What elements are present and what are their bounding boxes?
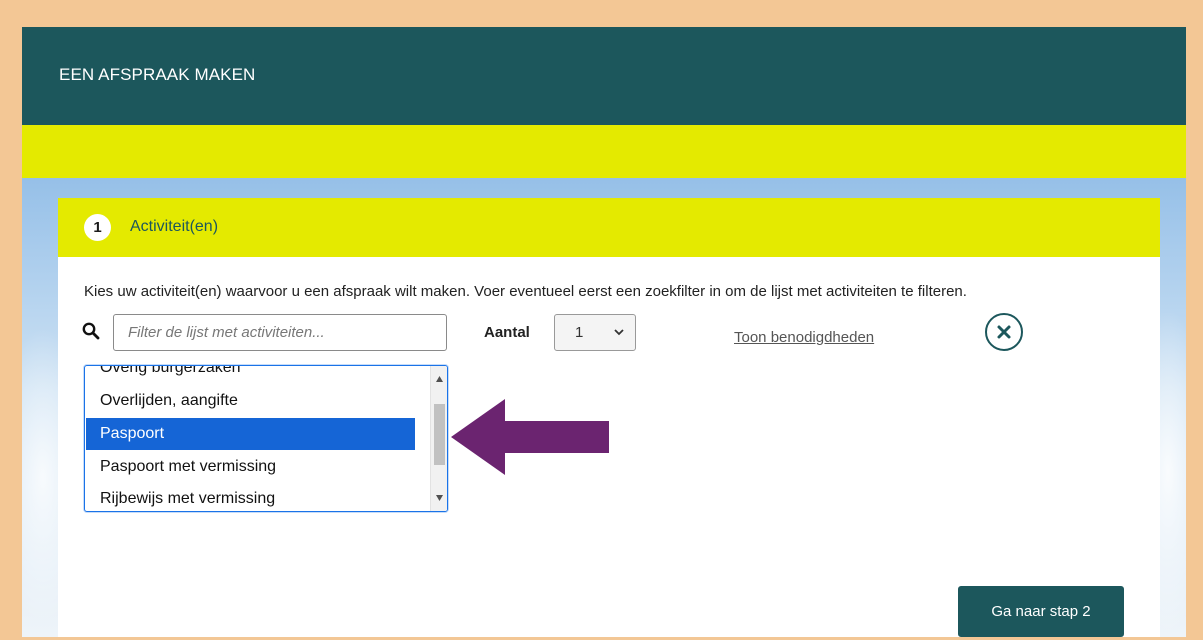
step-card: 1 Activiteit(en) Kies uw activiteit(en) … (58, 198, 1160, 637)
scroll-up-icon[interactable] (435, 375, 444, 383)
filter-input[interactable] (113, 314, 447, 351)
toon-benodigdheden-link[interactable]: Toon benodigdheden (734, 329, 874, 346)
aantal-label: Aantal (484, 324, 530, 341)
chevron-down-icon (614, 329, 624, 336)
next-step-button[interactable]: Ga naar stap 2 (958, 586, 1124, 637)
list-item[interactable]: Overlijden, aangifte (86, 385, 415, 417)
page-frame: EEN AFSPRAAK MAKEN 1 Activiteit(en) Kies… (22, 27, 1186, 637)
listbox-scrollbar[interactable] (430, 366, 447, 511)
step-title: Activiteit(en) (130, 218, 219, 235)
step-number-badge: 1 (84, 214, 111, 241)
page-title: EEN AFSPRAAK MAKEN (59, 65, 256, 84)
instruction-text: Kies uw activiteit(en) waarvoor u een af… (84, 283, 967, 300)
step-header: 1 Activiteit(en) (58, 198, 1160, 257)
search-icon (82, 322, 100, 340)
aantal-selected-value: 1 (575, 324, 584, 341)
list-item[interactable]: Overig burgerzaken (86, 366, 415, 384)
arrow-left-icon (451, 399, 609, 475)
header: EEN AFSPRAAK MAKEN (22, 27, 1186, 125)
scroll-thumb[interactable] (434, 404, 445, 465)
close-icon (997, 325, 1011, 339)
yellow-band (22, 125, 1186, 178)
list-item[interactable]: Rijbewijs met vermissing (86, 483, 415, 511)
activity-listbox[interactable]: Overig burgerzaken Overlijden, aangifte … (84, 365, 448, 512)
scroll-down-icon[interactable] (435, 494, 444, 502)
list-item[interactable]: Paspoort met vermissing (86, 451, 415, 483)
list-item-selected[interactable]: Paspoort (86, 418, 415, 450)
clear-filter-button[interactable] (985, 313, 1023, 351)
aantal-select[interactable]: 1 (554, 314, 636, 351)
